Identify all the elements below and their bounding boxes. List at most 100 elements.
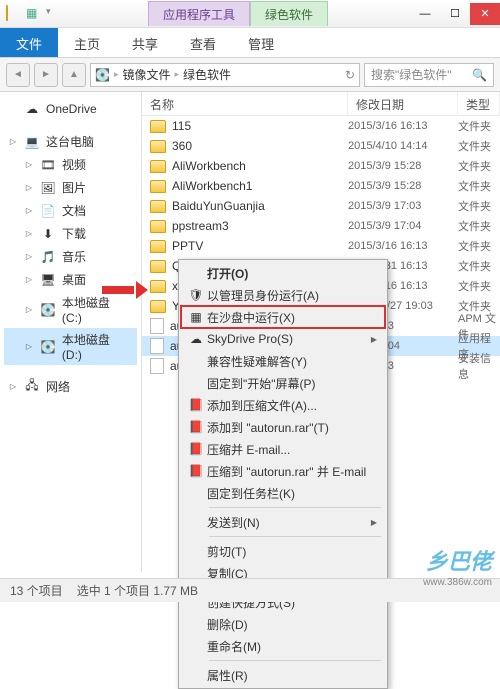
disk-icon: 💽 [40,302,56,318]
menu-item[interactable]: 发送到(N)▶ [181,511,385,533]
status-selected: 选中 1 个项目 1.77 MB [77,582,198,599]
file-type: 文件夹 [458,238,500,254]
maximize-button[interactable]: ☐ [440,3,470,25]
menu-label: 打开(O) [207,265,377,282]
folder-icon [6,6,22,22]
menu-item[interactable]: 属性(R) [181,664,385,686]
file-type: 文件夹 [458,198,500,214]
menu-label: 删除(D) [207,616,377,633]
expand-icon[interactable]: ▷ [24,305,34,314]
shield-icon: 🛡 [185,288,207,302]
column-headers[interactable]: 名称 修改日期 类型 [142,92,500,116]
menu-item[interactable]: 重命名(M) [181,635,385,657]
file-row[interactable]: ppstream32015/3/9 17:04文件夹 [142,216,500,236]
file-row[interactable]: 3602015/4/10 14:14文件夹 [142,136,500,156]
file-icon [150,338,164,354]
sidebar-item[interactable]: ▷🖧网络 [4,375,137,398]
ribbon-tab-share[interactable]: 共享 [116,28,174,57]
minimize-button[interactable]: — [410,3,440,25]
file-type: 安装信息 [458,350,500,382]
sidebar-item[interactable]: ▷💽本地磁盘 (D:) [4,328,137,365]
file-name: AliWorkbench1 [172,179,252,193]
file-row[interactable]: 1152015/3/16 16:13文件夹 [142,116,500,136]
menu-label: 添加到 "autorun.rar"(T) [207,419,377,436]
desk-icon: 🖥 [40,272,56,288]
expand-icon[interactable]: ▷ [24,275,34,284]
menu-separator [209,536,381,537]
context-tab-tools[interactable]: 应用程序工具 [148,1,250,26]
sidebar-item[interactable]: ▷🎞视频 [4,153,137,176]
folder-icon [150,280,166,293]
back-button[interactable]: ◄ [6,63,30,87]
menu-item[interactable]: 剪切(T) [181,540,385,562]
expand-icon[interactable]: ▷ [24,206,34,215]
up-button[interactable]: ▲ [62,63,86,87]
file-type: 文件夹 [458,158,500,174]
col-date[interactable]: 修改日期 [348,92,458,115]
sidebar-item[interactable]: ▷⬇下载 [4,222,137,245]
sidebar-item[interactable]: ☁OneDrive [4,98,137,120]
file-row[interactable]: BaiduYunGuanjia2015/3/9 17:03文件夹 [142,196,500,216]
expand-icon[interactable]: ▷ [24,229,34,238]
menu-item[interactable]: 固定到任务栏(K) [181,482,385,504]
file-row[interactable]: AliWorkbench12015/3/9 15:28文件夹 [142,176,500,196]
expand-icon[interactable]: ▷ [24,160,34,169]
ribbon-tab-home[interactable]: 主页 [58,28,116,57]
sidebar-item[interactable]: ▷ 📄 文档 [4,199,137,222]
ribbon-tab-view[interactable]: 查看 [174,28,232,57]
rar-icon: 📕 [185,420,207,434]
menu-item[interactable]: 兼容性疑难解答(Y) [181,350,385,372]
pc-icon: 💻 [24,134,40,150]
sidebar-item[interactable]: ▷💻这台电脑 [4,130,137,153]
folder-icon [150,260,166,273]
file-row[interactable]: AliWorkbench2015/3/9 15:28文件夹 [142,156,500,176]
forward-button[interactable]: ► [34,63,58,87]
expand-icon[interactable]: ▷ [24,252,34,261]
expand-icon[interactable]: ▷ [8,137,18,146]
sidebar-item[interactable]: ▷🎵音乐 [4,245,137,268]
menu-item[interactable]: 删除(D) [181,613,385,635]
props-icon[interactable]: ▦ [26,6,42,22]
expand-icon[interactable]: ▷ [24,183,34,192]
menu-item[interactable]: 打开(O) [181,262,385,284]
menu-item[interactable]: 📕压缩到 "autorun.rar" 并 E-mail [181,460,385,482]
breadcrumb[interactable]: 💽 ▸ 镜像文件 ▸ 绿色软件 ↻ [90,63,360,87]
menu-item[interactable]: 🛡以管理员身份运行(A) [181,284,385,306]
menu-separator [209,507,381,508]
folder-icon [150,220,166,233]
status-count: 13 个项目 [10,582,63,599]
menu-item[interactable]: 固定到"开始"屏幕(P) [181,372,385,394]
refresh-icon[interactable]: ↻ [345,68,355,82]
col-name[interactable]: 名称 [142,92,348,115]
cloud-icon: ☁ [24,101,40,117]
crumb-item[interactable]: 镜像文件 [122,66,170,83]
sidebar-label: 文档 [62,202,86,219]
search-input[interactable]: 搜索"绿色软件" 🔍 [364,63,494,87]
file-type: 文件夹 [458,118,500,134]
crumb-item[interactable]: 绿色软件 [183,66,231,83]
file-tab[interactable]: 文件 [0,28,58,57]
context-tab-title: 绿色软件 [250,1,328,26]
file-icon [150,318,164,334]
menu-label: 压缩到 "autorun.rar" 并 E-mail [207,463,377,480]
col-type[interactable]: 类型 [458,92,500,115]
file-row[interactable]: PPTV2015/3/16 16:13文件夹 [142,236,500,256]
expand-icon[interactable]: ▷ [8,382,18,391]
menu-item[interactable]: ☁SkyDrive Pro(S)▶ [181,328,385,350]
rar-icon: 📕 [185,464,207,478]
sidebar-label: 本地磁盘 (D:) [62,331,133,362]
menu-item[interactable]: 📕添加到压缩文件(A)... [181,394,385,416]
doc-icon: 📄 [40,203,56,219]
file-date: 2015/3/16 16:13 [348,240,458,252]
file-type: 文件夹 [458,218,500,234]
expand-icon[interactable]: ▷ [24,342,34,351]
close-button[interactable]: ✕ [470,3,500,25]
sidebar-label: 图片 [62,179,86,196]
menu-item[interactable]: 📕添加到 "autorun.rar"(T) [181,416,385,438]
menu-item[interactable]: 📕压缩并 E-mail... [181,438,385,460]
dropdown-icon[interactable]: ▾ [46,6,62,22]
menu-item[interactable]: ▦在沙盘中运行(X) [181,306,385,328]
folder-icon [150,140,166,153]
sidebar-item[interactable]: ▷🖼图片 [4,176,137,199]
ribbon-tab-manage[interactable]: 管理 [232,28,290,57]
